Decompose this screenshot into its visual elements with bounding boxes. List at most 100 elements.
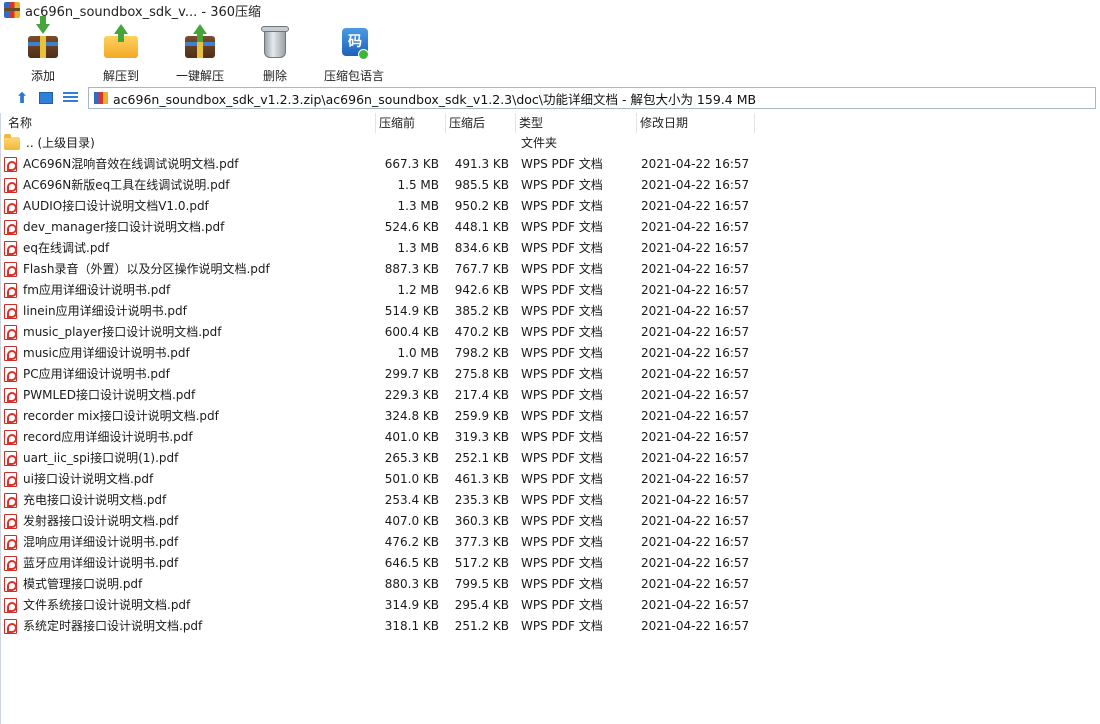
- extract-to-button-label: 解压到: [102, 69, 139, 83]
- file-type: WPS PDF 文档: [521, 241, 603, 255]
- file-row[interactable]: AUDIO接口设计说明文档V1.0.pdf 1.3 MB 950.2 KB WPS P…: [1, 196, 1100, 217]
- file-size-before: 253.4 KB: [384, 493, 439, 507]
- window-title: ac696n_soundbox_sdk_v... - 360压缩: [25, 4, 262, 20]
- file-row[interactable]: dev_manager接口设计说明文档.pdf 524.6 KB 448.1 KB W…: [1, 217, 1100, 238]
- file-size-before: 318.1 KB: [384, 619, 439, 633]
- up-level-icon[interactable]: ⬆: [12, 88, 32, 108]
- file-row[interactable]: record应用详细设计说明书.pdf 401.0 KB 319.3 KB WPS P…: [1, 427, 1100, 448]
- extract-to-button[interactable]: 解压到: [101, 20, 141, 84]
- file-row[interactable]: 模式管理接口说明.pdf 880.3 KB 799.5 KB WPS PDF 文档 20…: [1, 574, 1100, 595]
- file-row[interactable]: linein应用详细设计说明书.pdf 514.9 KB 385.2 KB WPS P…: [1, 301, 1100, 322]
- file-row[interactable]: eq在线调试.pdf 1.3 MB 834.6 KB WPS PDF 文档 2021-0…: [1, 238, 1100, 259]
- file-size-before: 667.3 KB: [384, 157, 439, 171]
- file-row[interactable]: PWMLED接口设计说明文档.pdf 229.3 KB 217.4 KB WPS PD…: [1, 385, 1100, 406]
- file-modified-date: 2021-04-22 16:57: [641, 325, 750, 339]
- file-modified-date: 2021-04-22 16:57: [641, 493, 750, 507]
- file-row[interactable]: AC696N混响音效在线调试说明文档.pdf 667.3 KB 491.3 KB WP…: [1, 154, 1100, 175]
- file-size-after: 360.3 KB: [454, 514, 509, 528]
- file-modified-date: 2021-04-22 16:57: [641, 619, 750, 633]
- pdf-file-icon: [4, 535, 17, 550]
- file-size-after: 942.6 KB: [454, 283, 509, 297]
- add-button-label: 添加: [30, 69, 55, 83]
- file-modified-date: 2021-04-22 16:57: [641, 535, 750, 549]
- address-bar[interactable]: ac696n_soundbox_sdk_v1.2.3.zip\ac696n_so…: [88, 87, 1096, 109]
- column-header-name[interactable]: 名称: [5, 113, 376, 133]
- file-name: 发射器接口设计说明文档.pdf: [23, 514, 179, 528]
- column-header-type[interactable]: 类型: [516, 113, 637, 133]
- pdf-file-icon: [4, 241, 17, 256]
- pdf-file-icon: [4, 514, 17, 529]
- file-modified-date: 2021-04-22 16:57: [641, 556, 750, 570]
- file-type: WPS PDF 文档: [521, 493, 603, 507]
- file-size-before: 501.0 KB: [384, 472, 439, 486]
- file-row[interactable]: 发射器接口设计说明文档.pdf 407.0 KB 360.3 KB WPS PDF 文…: [1, 511, 1100, 532]
- file-size-before: 887.3 KB: [384, 262, 439, 276]
- file-row[interactable]: 充电接口设计说明文档.pdf 253.4 KB 235.3 KB WPS PDF 文档…: [1, 490, 1100, 511]
- list-view-button[interactable]: [60, 88, 80, 108]
- file-modified-date: 2021-04-22 16:57: [641, 346, 750, 360]
- file-name: PC应用详细设计说明书.pdf: [23, 367, 170, 381]
- file-name: ui接口设计说明文档.pdf: [23, 472, 154, 486]
- pdf-file-icon: [4, 325, 17, 340]
- file-row[interactable]: 蓝牙应用详细设计说明书.pdf 646.5 KB 517.2 KB WPS PDF 文…: [1, 553, 1100, 574]
- file-name: 蓝牙应用详细设计说明书.pdf: [23, 556, 179, 570]
- file-size-before: 524.6 KB: [384, 220, 439, 234]
- file-row[interactable]: ui接口设计说明文档.pdf 501.0 KB 461.3 KB WPS PDF 文档…: [1, 469, 1100, 490]
- parent-folder-name: .. (上级目录): [26, 136, 95, 150]
- file-size-before: 407.0 KB: [384, 514, 439, 528]
- pdf-file-icon: [4, 556, 17, 571]
- file-size-after: 491.3 KB: [454, 157, 509, 171]
- file-size-before: 1.3 MB: [397, 241, 439, 255]
- file-row[interactable]: 混响应用详细设计说明书.pdf 476.2 KB 377.3 KB WPS PDF 文…: [1, 532, 1100, 553]
- file-type: WPS PDF 文档: [521, 199, 603, 213]
- file-row[interactable]: music_player接口设计说明文档.pdf 600.4 KB 470.2 KB…: [1, 322, 1100, 343]
- pdf-file-icon: [4, 178, 17, 193]
- file-name: music_player接口设计说明文档.pdf: [23, 325, 222, 339]
- file-size-before: 1.5 MB: [397, 178, 439, 192]
- file-row[interactable]: 系统定时器接口设计说明文档.pdf 318.1 KB 251.2 KB WPS PDF…: [1, 616, 1100, 637]
- file-row[interactable]: recorder mix接口设计说明文档.pdf 324.8 KB 259.9 KB…: [1, 406, 1100, 427]
- file-size-after: 985.5 KB: [454, 178, 509, 192]
- file-size-before: 646.5 KB: [384, 556, 439, 570]
- file-row[interactable]: 文件系统接口设计说明文档.pdf 314.9 KB 295.4 KB WPS PDF …: [1, 595, 1100, 616]
- archive-language-button[interactable]: 码 压缩包语言: [323, 20, 385, 84]
- file-rows: AC696N混响音效在线调试说明文档.pdf 667.3 KB 491.3 KB WP…: [1, 154, 1100, 637]
- pdf-file-icon: [4, 472, 17, 487]
- file-size-before: 299.7 KB: [384, 367, 439, 381]
- one-click-extract-button[interactable]: 一键解压: [175, 20, 225, 84]
- large-icon-view-button[interactable]: [36, 88, 56, 108]
- file-row[interactable]: music应用详细设计说明书.pdf 1.0 MB 798.2 KB WPS PDF …: [1, 343, 1100, 364]
- add-button[interactable]: 添加: [23, 16, 63, 84]
- file-size-after: 385.2 KB: [454, 304, 509, 318]
- file-type: WPS PDF 文档: [521, 430, 603, 444]
- parent-folder-type: 文件夹: [521, 136, 558, 150]
- file-modified-date: 2021-04-22 16:57: [641, 430, 750, 444]
- file-name: dev_manager接口设计说明文档.pdf: [23, 220, 225, 234]
- title-bar: ac696n_soundbox_sdk_v... - 360压缩: [0, 0, 1100, 20]
- file-row[interactable]: uart_iic_spi接口说明(1).pdf 265.3 KB 252.1 KB W…: [1, 448, 1100, 469]
- file-row[interactable]: PC应用详细设计说明书.pdf 299.7 KB 275.8 KB WPS PDF 文…: [1, 364, 1100, 385]
- file-size-after: 251.2 KB: [454, 619, 509, 633]
- file-size-after: 799.5 KB: [454, 577, 509, 591]
- file-name: eq在线调试.pdf: [23, 241, 110, 255]
- file-list: 名称 压缩前 压缩后 类型 修改日期 .. (上级目录) 文件夹 AC696N混…: [0, 113, 1100, 724]
- file-row[interactable]: Flash录音（外置）以及分区操作说明文档.pdf 887.3 KB 767.7 K…: [1, 259, 1100, 280]
- file-row[interactable]: AC696N新版eq工具在线调试说明.pdf 1.5 MB 985.5 KB WPS …: [1, 175, 1100, 196]
- column-header-before[interactable]: 压缩前: [376, 113, 446, 133]
- column-header-date[interactable]: 修改日期: [637, 113, 755, 133]
- delete-icon: [257, 24, 293, 60]
- pdf-file-icon: [4, 409, 17, 424]
- file-modified-date: 2021-04-22 16:57: [641, 451, 750, 465]
- file-modified-date: 2021-04-22 16:57: [641, 283, 750, 297]
- file-type: WPS PDF 文档: [521, 367, 603, 381]
- delete-button-label: 删除: [262, 69, 287, 83]
- parent-folder-row[interactable]: .. (上级目录) 文件夹: [1, 133, 1100, 154]
- file-modified-date: 2021-04-22 16:57: [641, 220, 750, 234]
- file-size-before: 600.4 KB: [384, 325, 439, 339]
- file-size-after: 517.2 KB: [454, 556, 509, 570]
- file-row[interactable]: fm应用详细设计说明书.pdf 1.2 MB 942.6 KB WPS PDF 文档 2…: [1, 280, 1100, 301]
- delete-button[interactable]: 删除: [255, 20, 295, 84]
- column-header-after[interactable]: 压缩后: [446, 113, 516, 133]
- file-type: WPS PDF 文档: [521, 451, 603, 465]
- one-click-extract-button-label: 一键解压: [175, 69, 224, 83]
